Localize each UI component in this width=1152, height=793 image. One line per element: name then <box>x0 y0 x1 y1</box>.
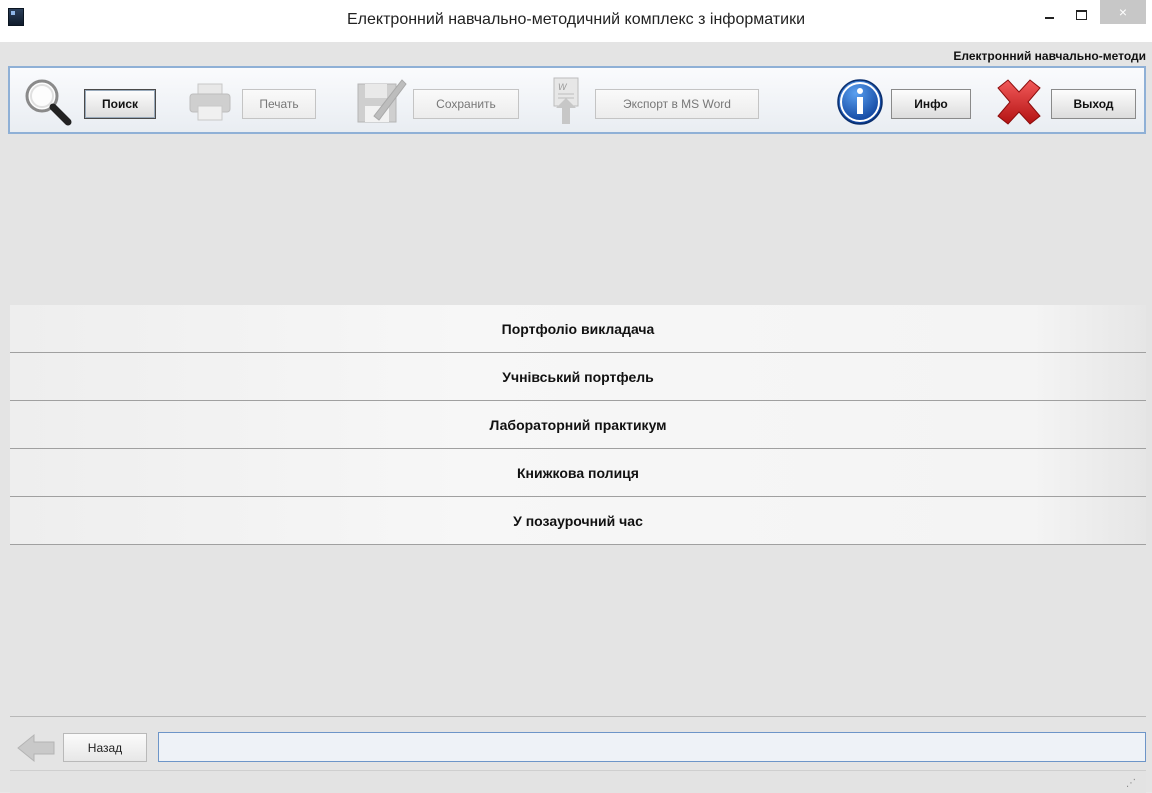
minimize-icon <box>1044 17 1054 19</box>
menu-item-student-portfolio[interactable]: Учнівський портфель <box>10 353 1146 401</box>
back-button[interactable]: Назад <box>63 733 147 762</box>
close-icon: × <box>1118 4 1128 20</box>
maximize-icon <box>1075 10 1087 20</box>
menu-item-lab-practicum[interactable]: Лабораторний практикум <box>10 401 1146 449</box>
print-button[interactable]: Печать <box>242 89 316 119</box>
close-x-icon[interactable] <box>994 78 1044 126</box>
header-subtitle: Електронний навчально-методи <box>953 49 1146 63</box>
back-arrow-icon[interactable] <box>16 733 56 763</box>
app-window: Електронний навчально-методичний комплек… <box>0 0 1152 793</box>
minimize-button[interactable] <box>1036 0 1062 30</box>
word-export-icon: W <box>553 77 579 124</box>
status-bar: ⋰ <box>10 770 1146 793</box>
printer-icon <box>189 83 231 121</box>
menu-item-teacher-portfolio[interactable]: Портфоліо викладача <box>10 305 1146 353</box>
menu-item-extracurricular[interactable]: У позаурочний час <box>10 497 1146 545</box>
window-title: Електронний навчально-методичний комплек… <box>347 11 805 28</box>
save-button[interactable]: Сохранить <box>413 89 519 119</box>
title-bar: Електронний навчально-методичний комплек… <box>0 0 1152 42</box>
toolbar: Поиск Печать Сохранить W Экспорт в MS Wo… <box>8 66 1146 134</box>
magnifier-icon[interactable] <box>20 76 76 128</box>
main-menu: Портфоліо викладача Учнівський портфель … <box>10 305 1146 545</box>
info-icon[interactable] <box>836 78 884 126</box>
info-button[interactable]: Инфо <box>891 89 971 119</box>
close-window-button[interactable]: × <box>1100 0 1146 24</box>
resize-grip-icon[interactable]: ⋰ <box>1126 778 1136 789</box>
path-field[interactable] <box>158 732 1146 762</box>
exit-button[interactable]: Выход <box>1051 89 1136 119</box>
menu-item-bookshelf[interactable]: Книжкова полиця <box>10 449 1146 497</box>
export-word-button[interactable]: Экспорт в MS Word <box>595 89 759 119</box>
floppy-disk-icon <box>357 79 407 123</box>
search-button[interactable]: Поиск <box>84 89 156 119</box>
maximize-button[interactable] <box>1068 0 1094 30</box>
bottom-divider <box>10 716 1146 717</box>
